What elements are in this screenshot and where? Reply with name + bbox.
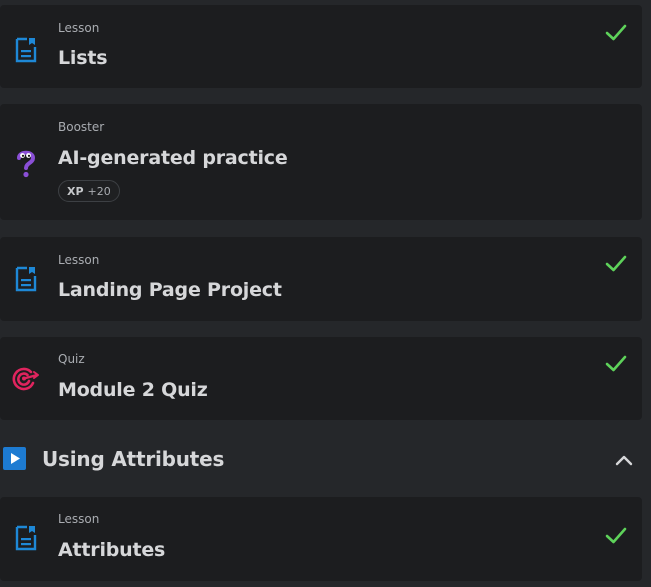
item-kind-label: Booster (58, 120, 105, 134)
section-header-using-attributes[interactable]: Using Attributes (0, 423, 651, 495)
play-icon (3, 447, 26, 470)
completed-check-icon (605, 355, 627, 372)
completed-check-icon (605, 527, 627, 544)
item-title[interactable]: Landing Page Project (58, 279, 282, 301)
completed-check-icon (605, 255, 627, 272)
lesson-document-icon (12, 265, 40, 293)
lesson-card-lists[interactable]: Lesson Lists (0, 5, 642, 88)
item-kind-label: Quiz (58, 352, 85, 366)
lesson-card-landing-page[interactable]: Lesson Landing Page Project (0, 237, 642, 321)
xp-value: +20 (87, 184, 111, 198)
course-outline: Lesson Lists Booster AI-generated practi… (0, 0, 651, 587)
item-kind-label: Lesson (58, 21, 100, 35)
item-kind-label: Lesson (58, 512, 100, 526)
target-icon (12, 365, 40, 393)
xp-reward-badge: XP +20 (58, 180, 120, 202)
item-title[interactable]: Attributes (58, 539, 165, 561)
question-mark-booster-icon (12, 149, 40, 178)
lesson-document-icon (12, 524, 40, 552)
item-title[interactable]: Module 2 Quiz (58, 379, 208, 401)
item-kind-label: Lesson (58, 253, 100, 267)
section-title: Using Attributes (42, 447, 225, 471)
item-title[interactable]: AI-generated practice (58, 147, 288, 169)
quiz-card-module-2[interactable]: Quiz Module 2 Quiz (0, 337, 642, 420)
xp-label: XP (67, 184, 84, 198)
completed-check-icon (605, 24, 627, 41)
item-title[interactable]: Lists (58, 47, 108, 69)
booster-card-ai-practice[interactable]: Booster AI-generated practice XP +20 (0, 104, 642, 220)
lesson-card-attributes[interactable]: Lesson Attributes (0, 497, 642, 581)
lesson-document-icon (12, 36, 40, 64)
chevron-up-icon[interactable] (613, 449, 635, 471)
